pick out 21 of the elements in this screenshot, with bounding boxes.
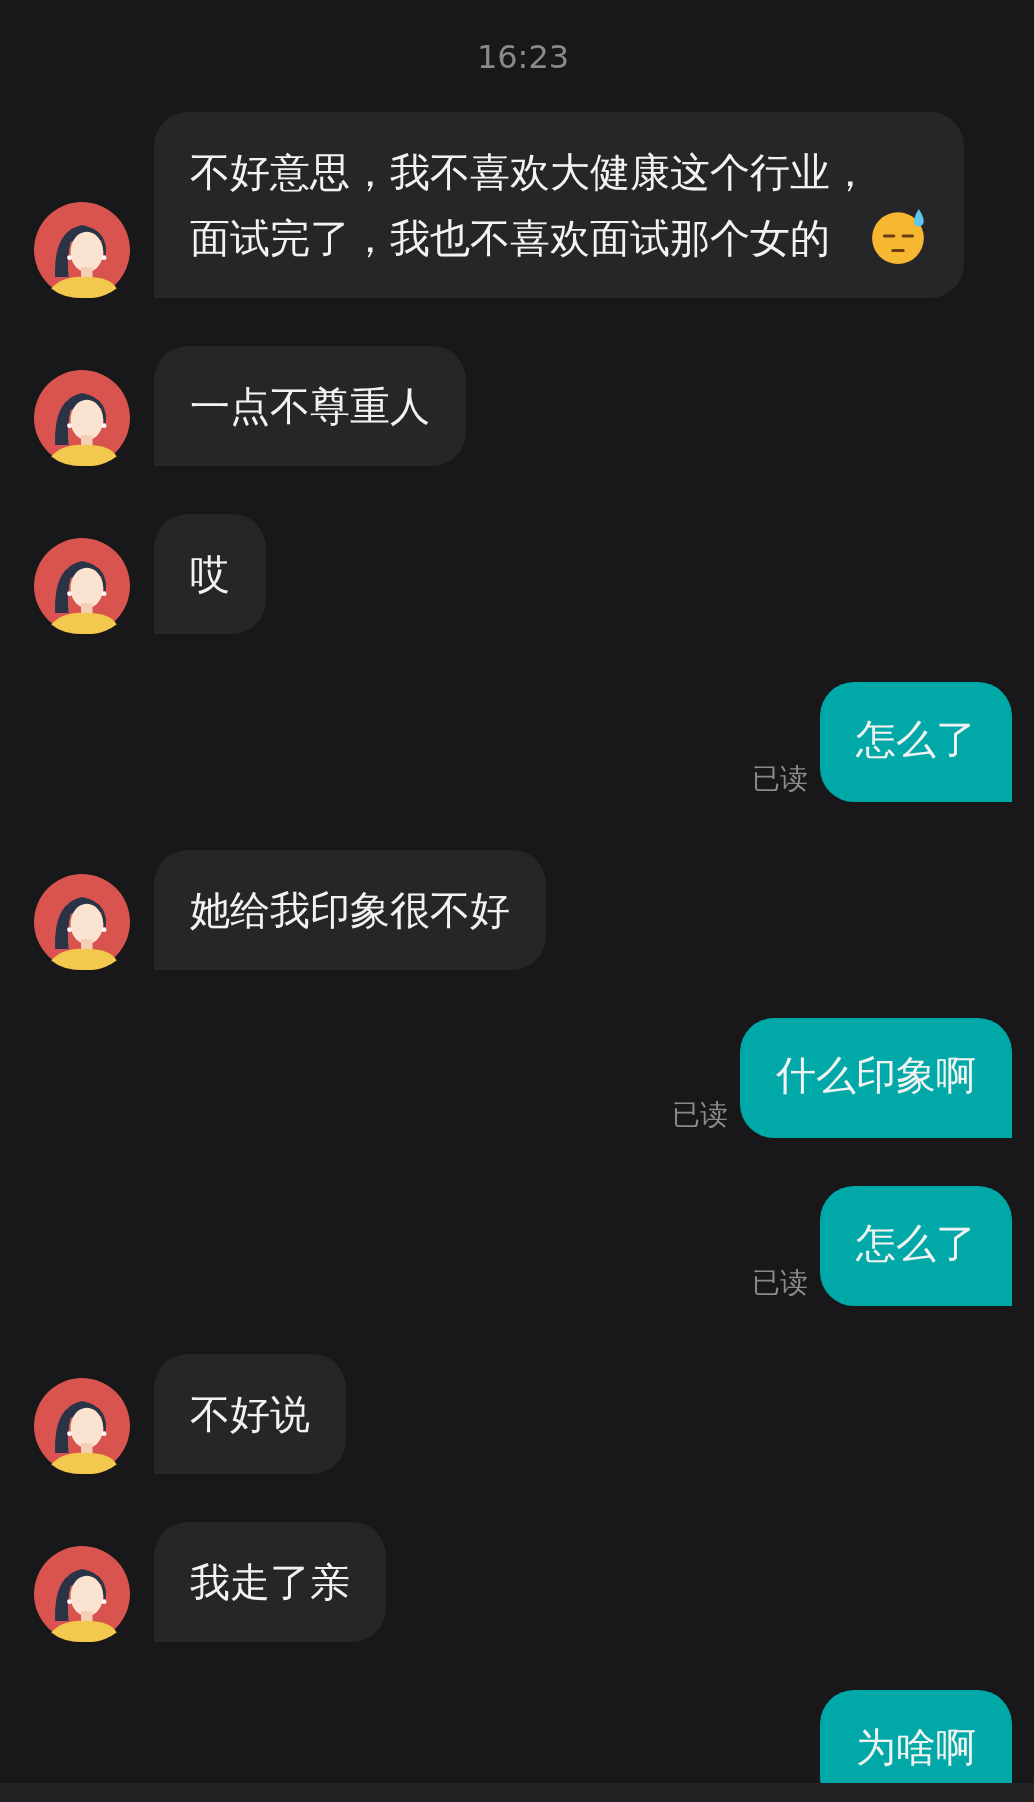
read-receipt: 已读 xyxy=(672,1097,728,1133)
message-text: 什么印象啊 xyxy=(776,1051,976,1100)
message-text: 怎么了 xyxy=(856,715,976,764)
avatar-icon xyxy=(34,538,130,634)
message-text: 她给我印象很不好 xyxy=(190,886,510,935)
avatar-icon xyxy=(34,874,130,970)
message-text: 为啥啊 xyxy=(856,1723,976,1772)
avatar-icon xyxy=(34,202,130,298)
message-text: 哎 xyxy=(190,550,230,599)
message-text: 面试完了，我也不喜欢面试那个女的 xyxy=(190,214,831,263)
message-text: 怎么了 xyxy=(856,1219,976,1268)
timestamp: 16:23 xyxy=(476,38,570,76)
avatar-icon xyxy=(34,1546,130,1642)
read-receipt: 已读 xyxy=(752,761,808,797)
message-text: 不好说 xyxy=(190,1390,310,1439)
message-text: 一点不尊重人 xyxy=(190,382,430,431)
read-receipt: 已读 xyxy=(752,1265,808,1301)
message-text: 不好意思，我不喜欢大健康这个行业， xyxy=(190,148,870,197)
message-text: 我走了亲 xyxy=(190,1558,350,1607)
avatar-icon xyxy=(34,1378,130,1474)
avatar-icon xyxy=(34,370,130,466)
